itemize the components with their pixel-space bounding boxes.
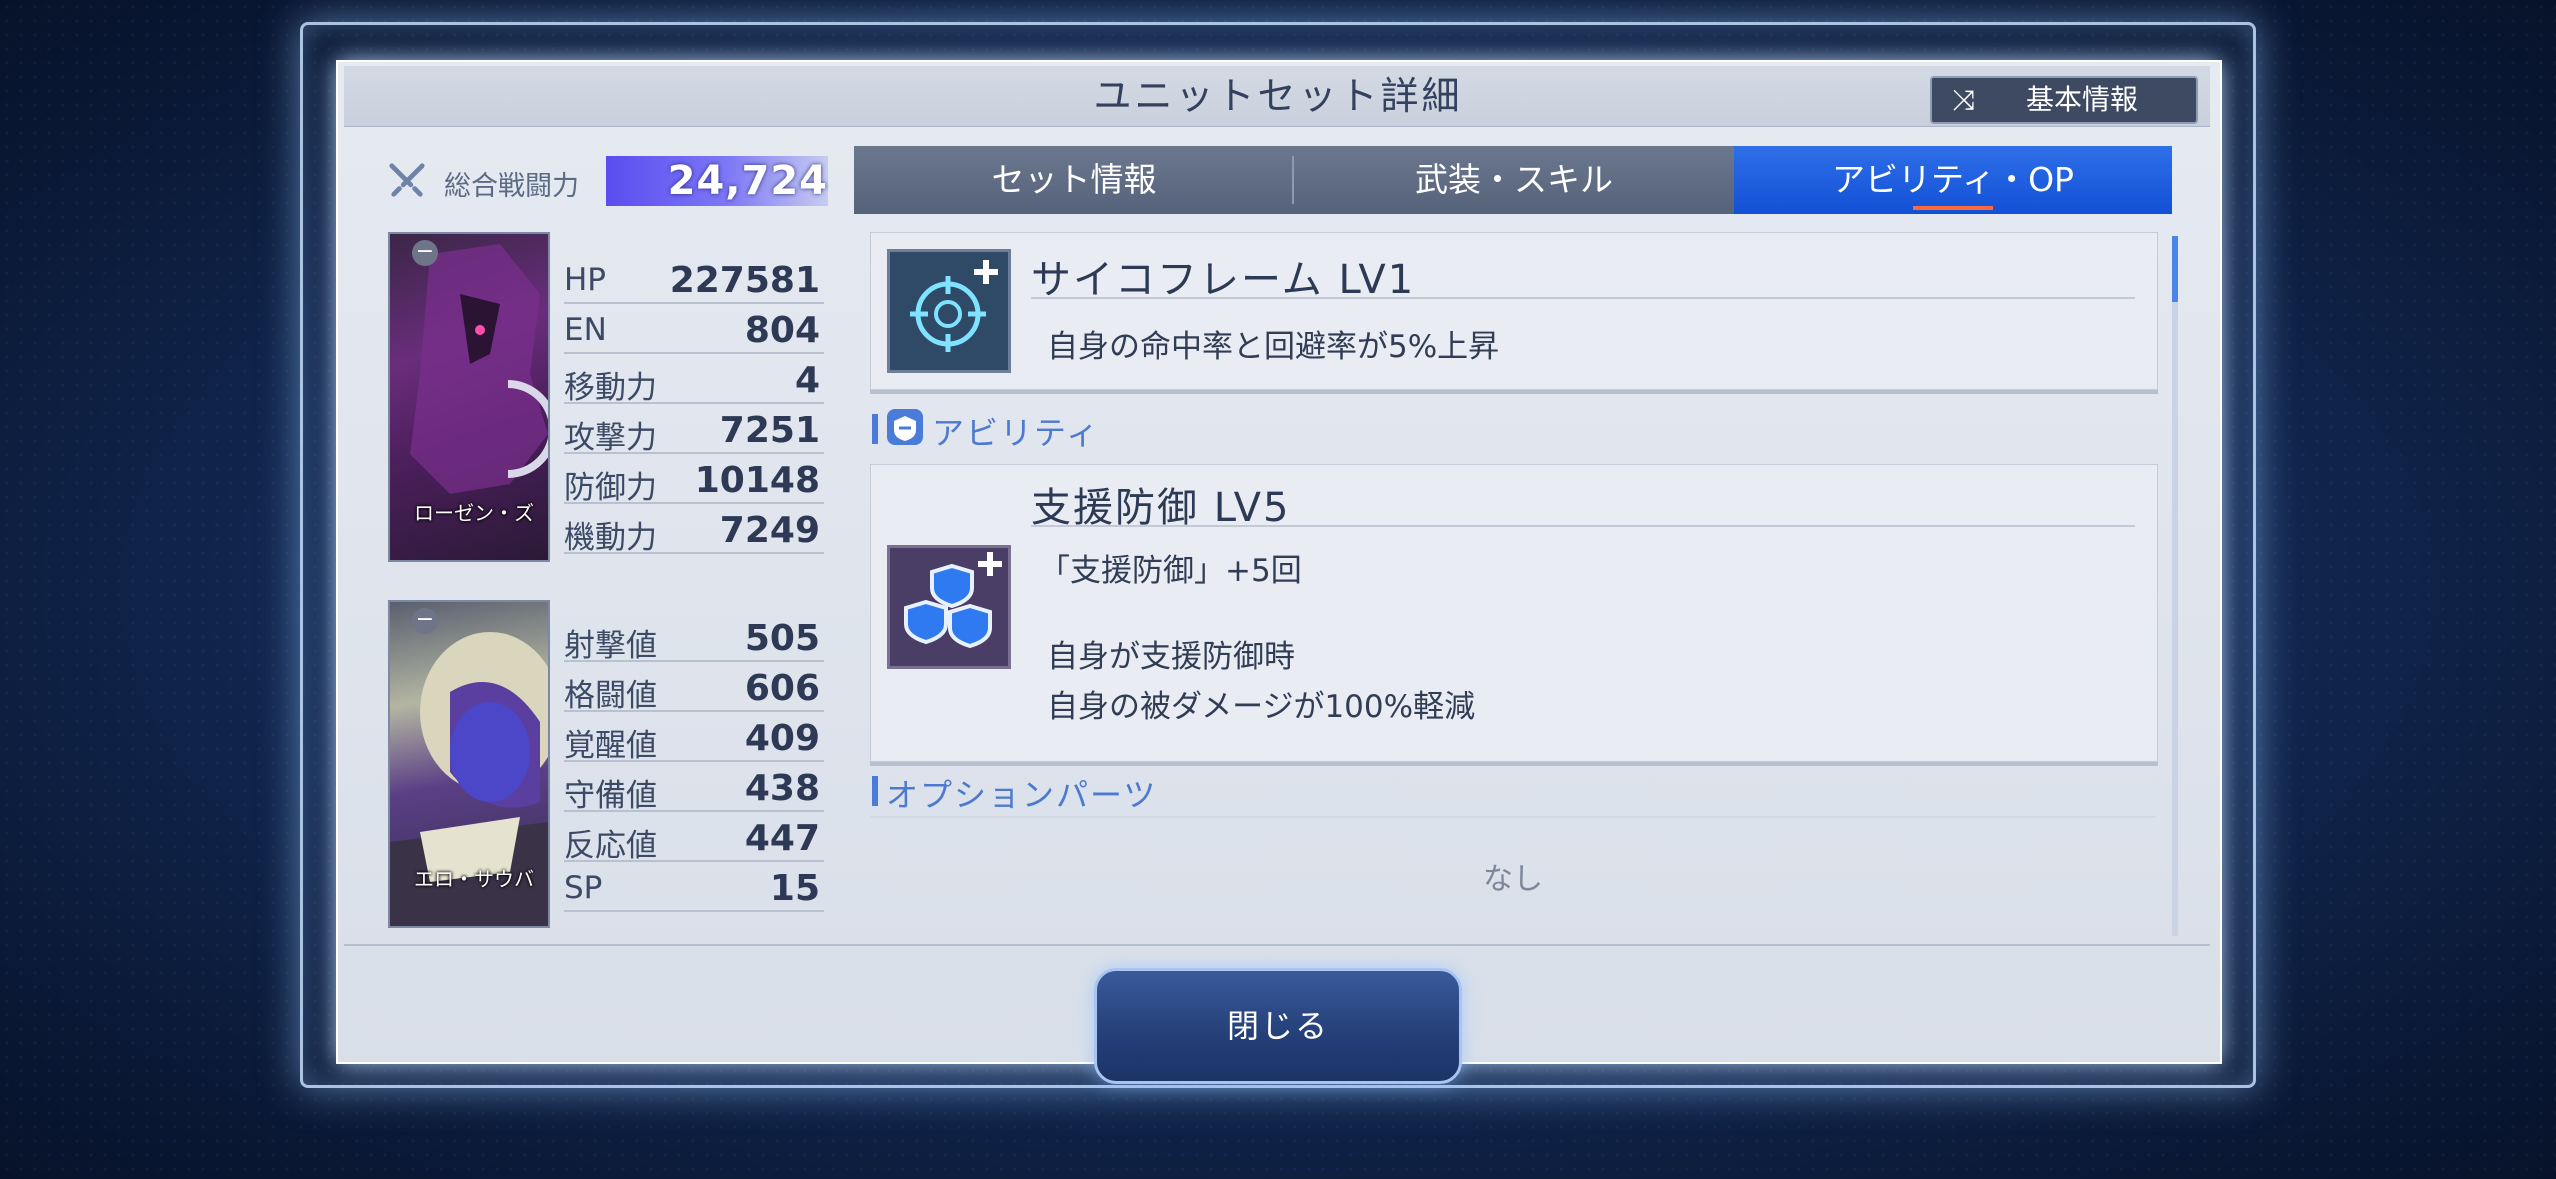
- stat-value: 409: [744, 718, 820, 759]
- close-button-label: 閉じる: [1226, 1007, 1329, 1045]
- target-plus-icon: [887, 249, 1011, 373]
- tab-bar: セット情報 武装・スキル アビリティ・OP: [854, 146, 2172, 214]
- divider: [870, 816, 2156, 818]
- bottom-divider: [344, 944, 2210, 946]
- unit-stat-row: EN 804: [564, 304, 824, 354]
- crossed-swords-icon: [389, 163, 425, 197]
- total-power-value: 24,724: [667, 158, 828, 204]
- unit-stat-row: 移動力 4: [564, 354, 824, 406]
- pilot-name: エロ・サウバ: [414, 867, 534, 891]
- pilot-stat-row: 射撃値 505: [564, 612, 824, 664]
- stat-value: 7251: [719, 410, 820, 451]
- pilot-stat-row: 反応値 447: [564, 812, 824, 864]
- option-parts-section-header: オプションパーツ: [870, 768, 2156, 814]
- unit-stat-row: 防御力 10148: [564, 454, 824, 506]
- stat-label: 防御力: [564, 470, 657, 506]
- stat-label: 機動力: [564, 520, 657, 556]
- stat-value: 10148: [694, 460, 820, 501]
- ability-description-line: 「支援防御」+5回: [1039, 553, 1302, 589]
- stat-value: 438: [744, 768, 820, 809]
- stat-label: HP: [564, 262, 607, 298]
- tab-ability-op[interactable]: アビリティ・OP: [1734, 146, 2172, 214]
- tab-label: 武装・スキル: [1415, 160, 1613, 199]
- stat-value: 7249: [719, 510, 820, 551]
- remove-pilot-icon[interactable]: −: [412, 608, 438, 634]
- stat-value: 227581: [669, 260, 820, 301]
- scrollbar-thumb[interactable]: [2172, 236, 2178, 302]
- shields-plus-icon: [887, 545, 1011, 669]
- total-power-label: 総合戦闘力: [444, 171, 579, 202]
- skill-card: サイコフレーム LV1 自身の命中率と回避率が5%上昇: [870, 232, 2158, 390]
- active-tab-underline: [1913, 206, 1993, 210]
- unit-stat-row: 機動力 7249: [564, 504, 824, 556]
- stat-label: EN: [564, 312, 607, 348]
- skill-description: 自身の命中率と回避率が5%上昇: [1047, 329, 1500, 365]
- stat-label: SP: [564, 870, 603, 906]
- ability-section-label: アビリティ: [932, 414, 1101, 452]
- stat-label: 守備値: [564, 778, 657, 814]
- stat-value: 804: [744, 310, 820, 351]
- pilot-stat-row: SP 15: [564, 862, 824, 912]
- unit-stat-row: HP 227581: [564, 254, 824, 304]
- ability-card: 支援防御 LV5 「支援防御」+5回 自身が支援防御時 自身の被ダメージが100…: [870, 464, 2158, 762]
- stat-label: 反応値: [564, 828, 657, 864]
- pilot-stat-row: 守備値 438: [564, 762, 824, 814]
- stat-value: 15: [769, 868, 820, 909]
- stat-value: 606: [744, 668, 820, 709]
- shuffle-icon: ⤨: [1952, 83, 1976, 116]
- stat-value: 447: [744, 818, 820, 859]
- stat-label: 移動力: [564, 370, 657, 406]
- option-parts-label: オプションパーツ: [886, 776, 1158, 814]
- unit-stat-row: 攻撃力 7251: [564, 404, 824, 456]
- scrollbar-track[interactable]: [2172, 236, 2178, 936]
- unit-name: ローゼン・ズ: [414, 501, 534, 525]
- ability-content[interactable]: サイコフレーム LV1 自身の命中率と回避率が5%上昇 アビリティ 支援防御 L…: [870, 232, 2160, 940]
- pilot-portrait[interactable]: − エロ・サウバ: [388, 600, 550, 928]
- stat-label: 覚醒値: [564, 728, 657, 764]
- ability-description-line: 自身の被ダメージが100%軽減: [1047, 689, 1476, 725]
- ability-section-icon: [887, 409, 923, 445]
- ability-section-header: アビリティ: [870, 406, 2156, 452]
- stat-label: 攻撃力: [564, 420, 657, 456]
- divider: [1031, 525, 2135, 527]
- stat-value: 4: [794, 360, 820, 401]
- pilot-stat-row: 覚醒値 409: [564, 712, 824, 764]
- basic-info-label: 基本情報: [2026, 83, 2139, 116]
- close-button[interactable]: 閉じる: [1094, 968, 1462, 1084]
- unit-portrait[interactable]: − ローゼン・ズ: [388, 232, 550, 562]
- stat-label: 射撃値: [564, 628, 657, 664]
- ability-description-line: 自身が支援防御時: [1047, 639, 1295, 675]
- basic-info-button[interactable]: ⤨ 基本情報: [1930, 76, 2198, 124]
- divider: [1031, 297, 2135, 299]
- tab-weapons-skills[interactable]: 武装・スキル: [1294, 146, 1734, 214]
- tab-set-info[interactable]: セット情報: [854, 146, 1294, 214]
- stat-value: 505: [744, 618, 820, 659]
- option-parts-empty: なし: [1483, 862, 1543, 897]
- remove-unit-icon[interactable]: −: [412, 240, 438, 266]
- stat-label: 格闘値: [564, 678, 657, 714]
- tab-label: セット情報: [991, 160, 1157, 199]
- tab-label: アビリティ・OP: [1832, 160, 2074, 199]
- pilot-stat-row: 格闘値 606: [564, 662, 824, 714]
